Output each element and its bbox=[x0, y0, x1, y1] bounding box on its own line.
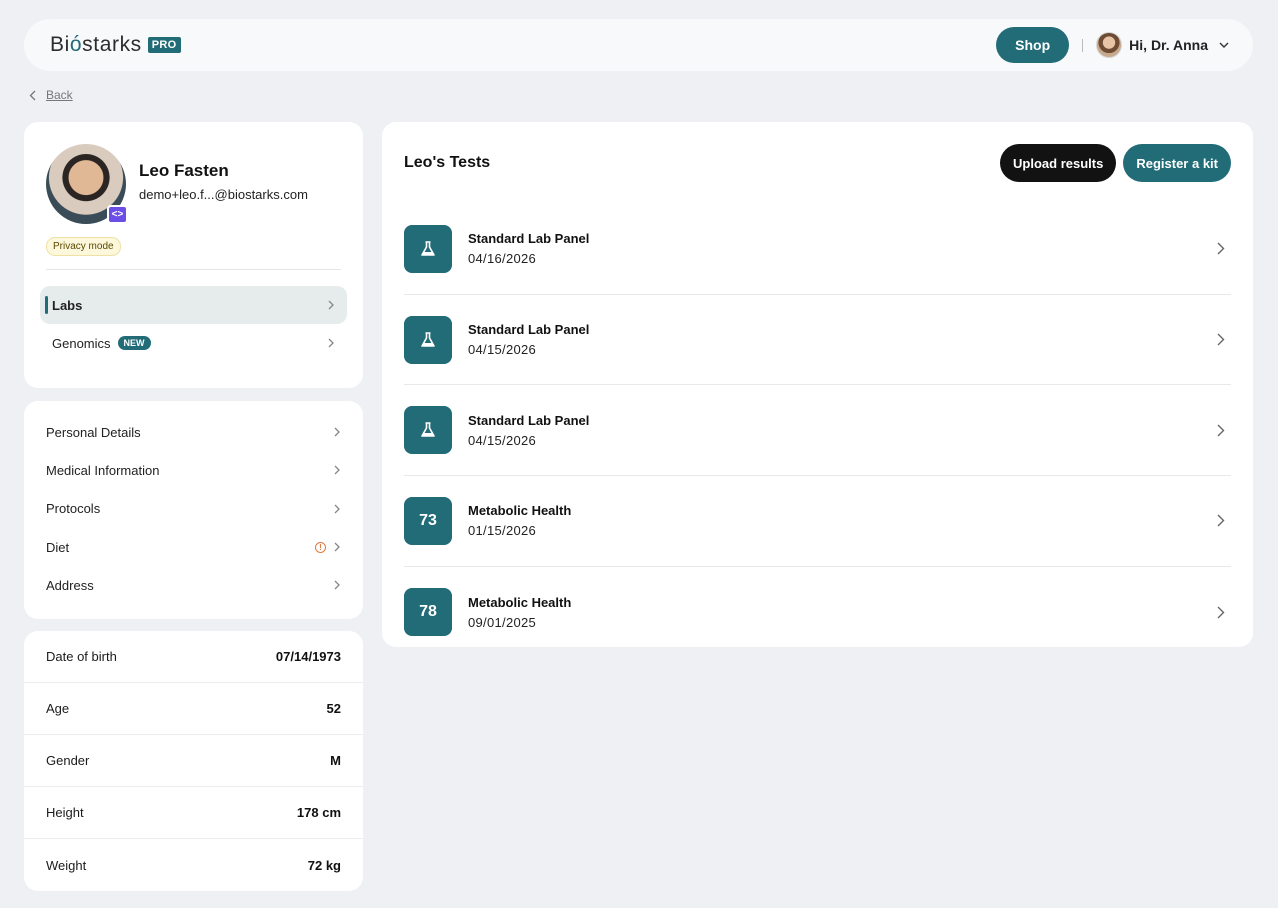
user-greeting: Hi, Dr. Anna bbox=[1129, 37, 1208, 53]
info-label: Weight bbox=[46, 857, 87, 873]
chevron-right-icon bbox=[1217, 424, 1225, 437]
test-name: Standard Lab Panel bbox=[468, 231, 590, 247]
profile-card: <> Leo Fasten demo+leo.f...@biostarks.co… bbox=[24, 122, 363, 388]
test-date: 04/16/2026 bbox=[468, 251, 537, 267]
menu-item-diet[interactable]: Diet ! bbox=[46, 528, 341, 566]
score-badge: 73 bbox=[404, 496, 452, 545]
chevron-right-icon bbox=[334, 542, 340, 552]
tests-title: Leo's Tests bbox=[404, 154, 491, 171]
test-row[interactable]: 78 Metabolic Health 09/01/2025 bbox=[404, 567, 1231, 658]
test-date: 01/15/2026 bbox=[468, 523, 537, 539]
test-name: Standard Lab Panel bbox=[468, 322, 590, 338]
tests-header: Leo's Tests Upload results Register a ki… bbox=[404, 122, 1231, 204]
code-icon: <> bbox=[107, 205, 128, 224]
chevron-right-icon bbox=[334, 427, 340, 437]
test-row[interactable]: Standard Lab Panel 04/15/2026 bbox=[404, 385, 1231, 477]
chevron-right-icon bbox=[328, 338, 334, 348]
shop-button[interactable]: Shop bbox=[996, 27, 1070, 63]
info-row-age: Age 52 bbox=[24, 683, 363, 735]
chevron-right-icon bbox=[1217, 514, 1225, 527]
nav-item-label: Labs bbox=[52, 297, 83, 313]
user-menu[interactable]: Hi, Dr. Anna bbox=[1096, 32, 1229, 58]
nav-item-labs[interactable]: Labs bbox=[40, 286, 347, 324]
register-kit-button[interactable]: Register a kit bbox=[1123, 144, 1231, 182]
info-label: Gender bbox=[46, 753, 90, 768]
flask-icon bbox=[404, 315, 452, 364]
divider bbox=[46, 269, 341, 270]
test-date: 09/01/2025 bbox=[468, 614, 537, 630]
chevron-right-icon bbox=[1217, 606, 1225, 619]
patient-info-card: Date of birth 07/14/1973 Age 52 Gender M… bbox=[24, 631, 363, 891]
upload-results-button[interactable]: Upload results bbox=[1000, 144, 1117, 182]
test-name: Metabolic Health bbox=[468, 503, 572, 519]
info-value: 52 bbox=[326, 701, 341, 716]
menu-item-protocols[interactable]: Protocols bbox=[46, 490, 341, 528]
top-bar-actions: Shop Hi, Dr. Anna bbox=[996, 27, 1229, 63]
info-row-weight: Weight 72 kg bbox=[24, 839, 363, 891]
info-row-gender: Gender M bbox=[24, 735, 363, 787]
nav-item-genomics[interactable]: Genomics NEW bbox=[40, 324, 347, 362]
info-value: 72 kg bbox=[307, 857, 341, 873]
flask-icon bbox=[404, 406, 452, 455]
menu-item-label: Address bbox=[46, 577, 94, 593]
test-name: Metabolic Health bbox=[468, 594, 572, 610]
menu-item-label: Protocols bbox=[46, 501, 101, 517]
menu-item-label: Medical Information bbox=[46, 462, 160, 478]
menu-item-medical-information[interactable]: Medical Information bbox=[46, 451, 341, 489]
menu-item-label: Diet bbox=[46, 539, 70, 555]
new-badge: NEW bbox=[117, 336, 151, 350]
info-label: Date of birth bbox=[46, 649, 117, 664]
flask-icon bbox=[404, 224, 452, 273]
chevron-down-icon bbox=[1219, 42, 1229, 48]
patient-avatar: <> bbox=[46, 144, 128, 224]
menu-item-label: Personal Details bbox=[46, 424, 141, 440]
brand-logo[interactable]: Bióstarks PRO bbox=[50, 33, 181, 57]
brand-name: Bióstarks bbox=[50, 33, 142, 56]
back-label: Back bbox=[46, 88, 73, 102]
chevron-right-icon bbox=[328, 300, 334, 310]
info-label: Height bbox=[46, 805, 84, 820]
menu-item-address[interactable]: Address bbox=[46, 566, 341, 604]
info-value: 178 cm bbox=[296, 805, 341, 820]
settings-menu-card: Personal Details Medical Information Pro… bbox=[24, 401, 363, 619]
score-badge: 78 bbox=[404, 588, 452, 637]
menu-item-personal-details[interactable]: Personal Details bbox=[46, 413, 341, 451]
info-label: Age bbox=[46, 701, 70, 716]
back-link[interactable]: Back bbox=[29, 88, 73, 102]
privacy-mode-badge[interactable]: Privacy mode bbox=[46, 237, 121, 256]
patient-name: Leo Fasten bbox=[139, 161, 229, 180]
info-value: M bbox=[330, 753, 341, 768]
test-name: Standard Lab Panel bbox=[468, 412, 590, 428]
profile-header: <> Leo Fasten demo+leo.f...@biostarks.co… bbox=[46, 144, 341, 224]
pro-badge: PRO bbox=[147, 37, 181, 53]
test-date: 04/15/2026 bbox=[468, 342, 537, 358]
chevron-right-icon bbox=[1217, 242, 1225, 255]
info-row-height: Height 178 cm bbox=[24, 787, 363, 839]
chevron-right-icon bbox=[334, 465, 340, 475]
info-row-date-of-birth: Date of birth 07/14/1973 bbox=[24, 631, 363, 683]
test-row[interactable]: Standard Lab Panel 04/16/2026 bbox=[404, 204, 1231, 295]
test-row[interactable]: Standard Lab Panel 04/15/2026 bbox=[404, 295, 1231, 386]
user-avatar bbox=[1096, 32, 1123, 58]
tests-actions: Upload results Register a kit bbox=[1000, 144, 1231, 182]
chevron-right-icon bbox=[334, 580, 340, 590]
patient-email: demo+leo.f...@biostarks.com bbox=[139, 187, 308, 202]
test-date: 04/15/2026 bbox=[468, 432, 537, 448]
header-separator bbox=[1082, 38, 1084, 52]
info-value: 07/14/1973 bbox=[275, 649, 341, 664]
chevron-right-icon bbox=[334, 504, 340, 514]
top-bar: Bióstarks PRO Shop Hi, Dr. Anna bbox=[24, 19, 1253, 71]
test-row[interactable]: 73 Metabolic Health 01/15/2026 bbox=[404, 476, 1231, 567]
chevron-left-icon bbox=[29, 90, 36, 100]
chevron-right-icon bbox=[1217, 333, 1225, 346]
nav-item-label: Genomics bbox=[52, 335, 111, 351]
warning-icon: ! bbox=[315, 541, 326, 553]
tests-card: Leo's Tests Upload results Register a ki… bbox=[382, 122, 1253, 647]
